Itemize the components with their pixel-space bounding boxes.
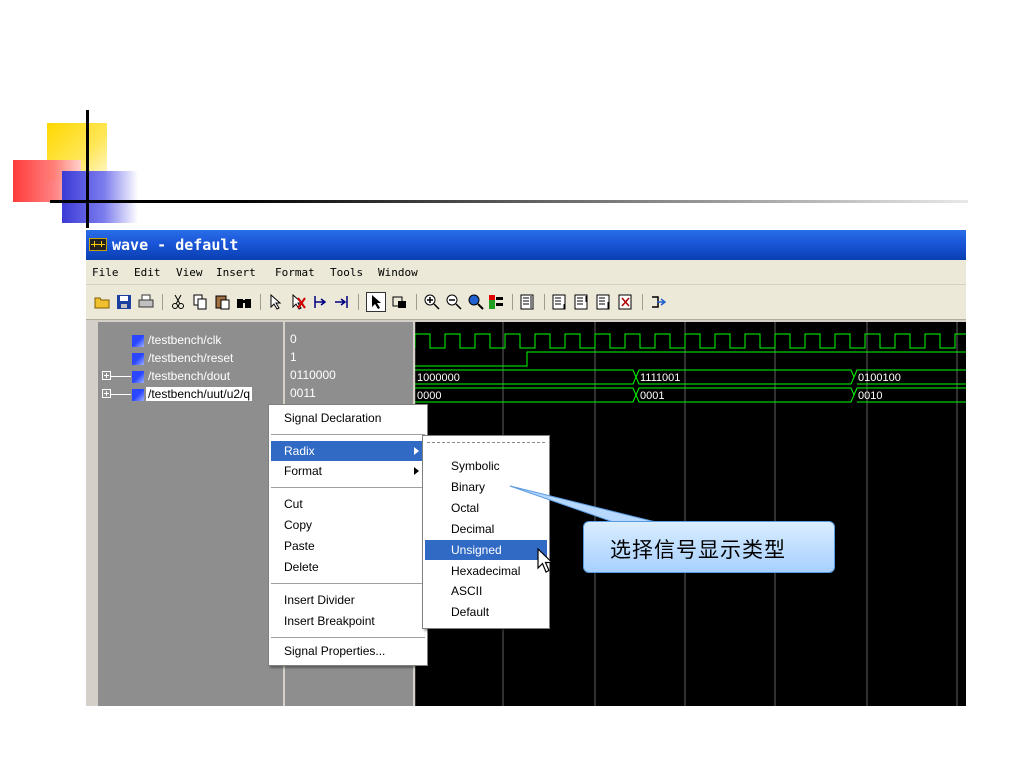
annotation-callout: 选择信号显示类型 [583, 521, 835, 573]
callout-text: 选择信号显示类型 [610, 538, 786, 562]
callout-pointer [509, 485, 661, 524]
